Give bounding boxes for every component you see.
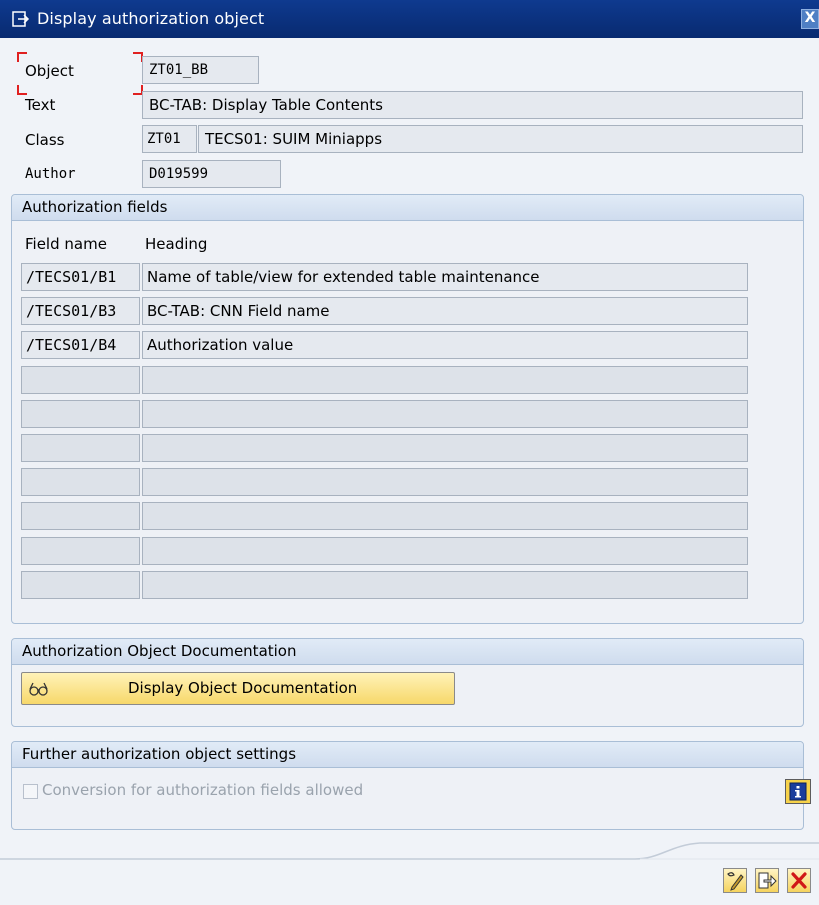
glasses-icon — [29, 682, 48, 696]
focus-marker — [17, 52, 27, 62]
object-field[interactable]: ZT01_BB — [142, 56, 259, 84]
field-name-cell[interactable] — [21, 571, 140, 599]
display-object-documentation-label: Display Object Documentation — [128, 679, 358, 697]
author-field[interactable]: D019599 — [142, 160, 281, 188]
field-name-cell[interactable] — [21, 502, 140, 530]
conversion-checkbox-label: Conversion for authorization fields allo… — [42, 781, 364, 799]
edit-button[interactable] — [723, 868, 747, 893]
authorization-fields-title: Authorization fields — [12, 195, 803, 221]
field-name-cell[interactable] — [21, 468, 140, 496]
heading-cell[interactable] — [142, 502, 748, 530]
field-name-cell[interactable] — [21, 434, 140, 462]
heading-cell[interactable] — [142, 571, 748, 599]
switch-icon — [758, 872, 777, 889]
object-label: Object — [25, 62, 74, 80]
info-button[interactable] — [785, 779, 811, 804]
heading-cell[interactable] — [142, 366, 748, 394]
field-name-cell[interactable]: /TECS01/B1 — [21, 263, 140, 291]
switch-button[interactable] — [755, 868, 779, 893]
further-settings-title: Further authorization object settings — [12, 742, 803, 768]
class-label: Class — [25, 131, 65, 149]
heading-cell[interactable] — [142, 537, 748, 565]
heading-cell[interactable]: BC-TAB: CNN Field name — [142, 297, 748, 325]
display-object-documentation-button[interactable]: Display Object Documentation — [21, 672, 455, 705]
heading-cell[interactable] — [142, 434, 748, 462]
cancel-icon — [791, 872, 807, 889]
text-field[interactable]: BC-TAB: Display Table Contents — [142, 91, 803, 119]
heading-cell[interactable]: Authorization value — [142, 331, 748, 359]
class-description-field[interactable]: TECS01: SUIM Miniapps — [198, 125, 803, 153]
field-name-cell[interactable]: /TECS01/B3 — [21, 297, 140, 325]
close-button[interactable]: X — [801, 9, 819, 29]
window-title: Display authorization object — [37, 9, 265, 28]
column-header-heading: Heading — [145, 235, 208, 253]
heading-cell[interactable] — [142, 468, 748, 496]
column-header-field-name: Field name — [25, 235, 107, 253]
field-name-cell[interactable]: /TECS01/B4 — [21, 331, 140, 359]
window-titlebar: Display authorization object X — [0, 0, 819, 38]
focus-marker — [17, 85, 27, 95]
field-name-cell[interactable] — [21, 537, 140, 565]
footer-divider — [0, 842, 819, 860]
cancel-button[interactable] — [787, 868, 811, 893]
info-icon — [789, 782, 807, 801]
author-label: Author — [25, 166, 76, 182]
conversion-checkbox[interactable] — [23, 784, 38, 799]
heading-cell[interactable]: Name of table/view for extended table ma… — [142, 263, 748, 291]
documentation-title: Authorization Object Documentation — [12, 639, 803, 665]
text-label: Text — [25, 96, 56, 114]
class-code-field[interactable]: ZT01 — [142, 125, 197, 153]
field-name-cell[interactable] — [21, 366, 140, 394]
display-window-icon — [12, 11, 30, 27]
edit-icon — [727, 872, 744, 891]
field-name-cell[interactable] — [21, 400, 140, 428]
heading-cell[interactable] — [142, 400, 748, 428]
